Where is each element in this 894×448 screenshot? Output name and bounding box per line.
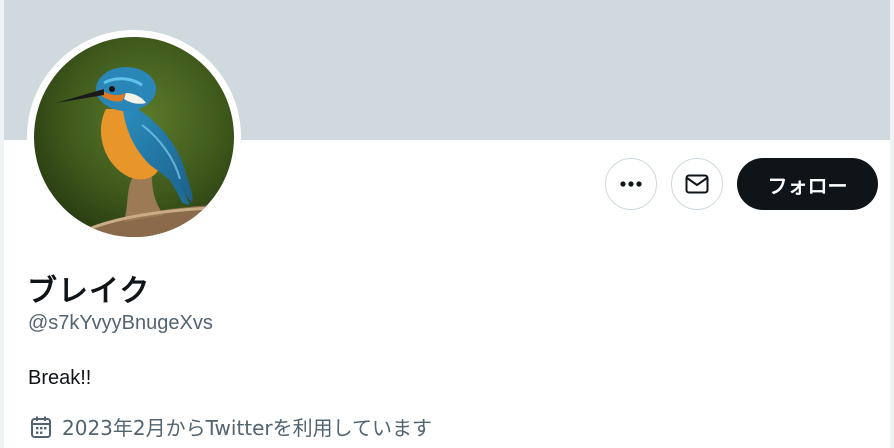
profile-avatar[interactable] <box>34 37 234 237</box>
follow-button-label: フォロー <box>767 173 848 198</box>
profile-display-name: ブレイク <box>27 274 151 309</box>
calendar-icon <box>31 416 51 438</box>
joined-date-row: 2023年2月からTwitterを利用しています <box>30 412 432 441</box>
profile-handle: @s7kYvyyBnugeXvs <box>28 312 213 334</box>
follow-button[interactable]: フォロー <box>737 158 878 210</box>
envelope-icon <box>685 174 709 194</box>
more-button[interactable] <box>605 158 657 210</box>
joined-date-text: 2023年2月からTwitterを利用しています <box>62 416 433 440</box>
message-button[interactable] <box>671 158 723 210</box>
kingfisher-avatar-image <box>34 37 234 237</box>
profile-bio: Break!! <box>28 367 92 389</box>
page-right-border <box>890 0 894 448</box>
more-dots-icon <box>620 181 642 187</box>
